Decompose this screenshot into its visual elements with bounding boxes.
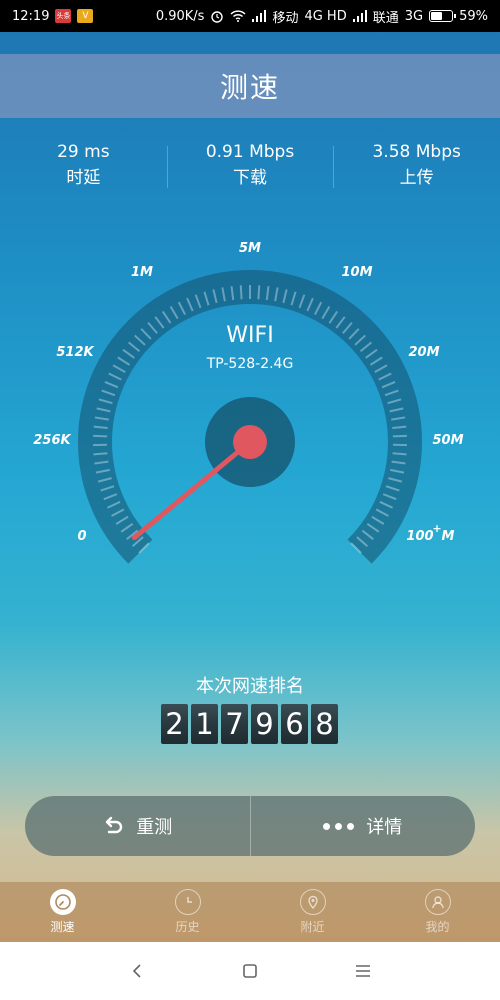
rank-digits: 2 1 7 9 6 8 xyxy=(161,704,338,744)
rank-digit: 8 xyxy=(311,704,338,744)
tick-label-512k: 512K xyxy=(56,345,94,360)
network-ssid: TP-528-2.4G xyxy=(206,356,294,372)
tick-label-1m: 1M xyxy=(131,265,153,280)
speed-gauge: 0 256K 512K 1M 5M 10M 20M 50M 100 + M WI… xyxy=(33,241,464,564)
wifi-icon xyxy=(230,10,246,22)
network-speed: 0.90K/s xyxy=(155,8,205,24)
battery-percent: 59% xyxy=(459,8,488,24)
gauge-tick xyxy=(392,425,407,429)
network-type-2: 3G xyxy=(404,8,424,24)
tick-label-20m: 20M xyxy=(408,345,439,360)
tick-label-50m: 50M xyxy=(432,433,463,448)
tab-label: 历史 xyxy=(175,920,200,934)
clock-icon xyxy=(174,889,201,915)
location-pin-icon xyxy=(299,889,326,915)
battery-icon xyxy=(429,10,457,22)
rank-title: 本次网速排名 xyxy=(196,676,304,697)
tab-label: 附近 xyxy=(300,920,325,934)
battery-fill xyxy=(431,12,443,20)
tab-profile[interactable]: 我的 xyxy=(375,882,500,942)
gauge-tick xyxy=(93,452,108,456)
menu-button[interactable] xyxy=(343,951,383,991)
speedometer-icon xyxy=(49,889,76,915)
gauge-needle xyxy=(131,439,253,541)
home-icon xyxy=(243,964,257,978)
rank-digit: 2 xyxy=(161,704,188,744)
network-type-1: 4G HD xyxy=(304,8,347,24)
v-app-icon: V xyxy=(77,9,94,23)
signal-icon xyxy=(252,10,267,22)
user-icon xyxy=(424,889,451,915)
tick-label-m: M xyxy=(442,529,455,544)
tick-label-10m: 10M xyxy=(341,265,372,280)
tick-label-256k: 256K xyxy=(33,433,71,448)
status-time: 12:19 xyxy=(12,8,50,24)
tab-label: 测速 xyxy=(50,920,75,934)
action-bar: 重测 详情 xyxy=(25,796,475,856)
network-type: WIFI xyxy=(226,323,273,348)
alarm-icon xyxy=(211,11,224,23)
system-nav-bar xyxy=(0,942,500,1000)
back-icon xyxy=(132,964,141,978)
bottom-tab-bar: 测速 历史 附近 我的 xyxy=(0,882,500,942)
tab-speedtest[interactable]: 测速 xyxy=(0,882,125,942)
retest-icon xyxy=(106,816,123,834)
status-bar: 12:19 头条 V 0.90K/s 移动 4G HD 联通 3G 59% xyxy=(0,0,500,32)
tab-history[interactable]: 历史 xyxy=(125,882,250,942)
back-button[interactable] xyxy=(117,951,157,991)
speed-test-screen: 测速 29 ms 时延 0.91 Mbps 下载 3.58 Mbps 上传 0 … xyxy=(0,32,500,942)
rank-digit: 7 xyxy=(221,704,248,744)
gauge-tick xyxy=(93,434,108,438)
gauge-tick xyxy=(239,285,243,300)
tab-nearby[interactable]: 附近 xyxy=(250,882,375,942)
gauge-hub xyxy=(233,425,267,459)
tick-label-0: 0 xyxy=(77,529,86,544)
tick-label-5m: 5M xyxy=(239,241,261,256)
carrier-1: 移动 xyxy=(272,10,299,26)
details-button[interactable]: 详情 xyxy=(249,796,476,856)
gauge-tick xyxy=(93,425,108,429)
tick-label-plus: + xyxy=(432,522,441,535)
rank-digit: 6 xyxy=(281,704,308,744)
menu-icon xyxy=(356,965,371,977)
tab-label: 我的 xyxy=(425,920,450,934)
rank-digit: 9 xyxy=(251,704,278,744)
more-dots-icon xyxy=(323,822,355,830)
news-app-icon: 头条 xyxy=(55,9,72,23)
gauge-tick xyxy=(392,452,407,456)
rank-digit: 1 xyxy=(191,704,218,744)
gauge-tick xyxy=(257,285,261,300)
signal-icon xyxy=(352,10,367,22)
home-button[interactable] xyxy=(230,951,270,991)
details-label: 详情 xyxy=(366,817,403,838)
carrier-2: 联通 xyxy=(372,10,399,26)
tick-label-100: 100 xyxy=(406,529,433,544)
retest-label: 重测 xyxy=(136,817,173,838)
gauge-tick xyxy=(392,434,407,438)
retest-button[interactable]: 重测 xyxy=(25,796,250,856)
